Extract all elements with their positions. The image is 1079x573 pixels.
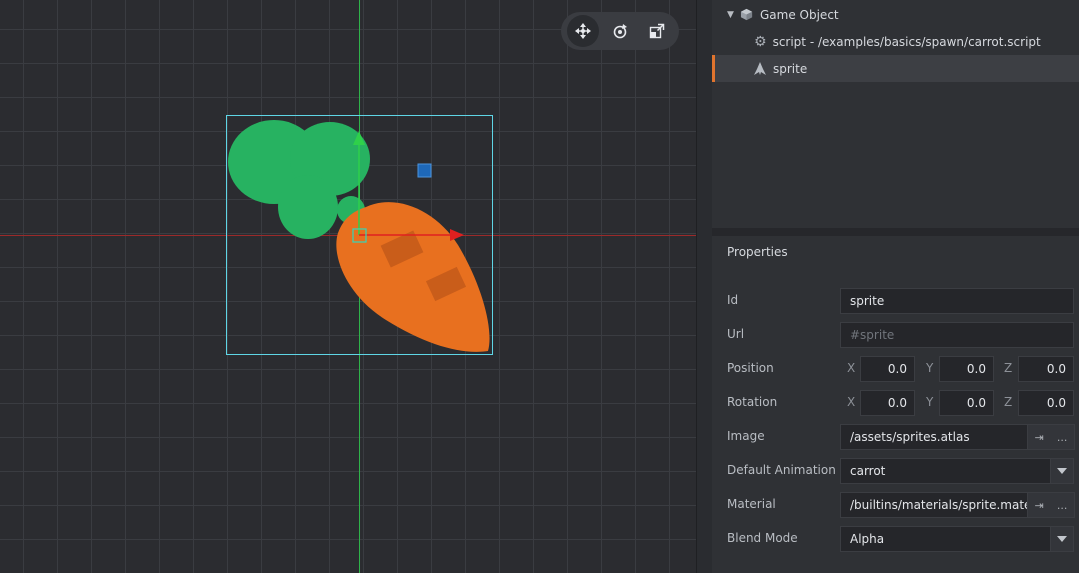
move-icon	[575, 23, 592, 39]
image-input[interactable]: /assets/sprites.atlas	[840, 424, 1028, 450]
position-x-input[interactable]: 0.0	[860, 356, 915, 382]
horizontal-splitter[interactable]	[712, 228, 1079, 236]
properties-panel: Properties Id sprite Url #sprite Positio…	[712, 236, 1079, 573]
position-y-letter: Y	[926, 361, 934, 375]
blend-mode-select[interactable]: Alpha	[840, 526, 1052, 552]
material-input[interactable]: /builtins/materials/sprite.material	[840, 492, 1028, 518]
rotation-label: Rotation	[727, 395, 778, 409]
tree-item-sprite[interactable]: sprite	[712, 55, 1079, 82]
rotation-y-letter: Y	[926, 395, 934, 409]
material-label: Material	[727, 497, 776, 511]
id-label: Id	[727, 293, 739, 307]
url-input[interactable]: #sprite	[840, 322, 1074, 348]
expand-arrow-icon[interactable]: ▼	[727, 10, 737, 20]
default-animation-label: Default Animation	[727, 463, 836, 477]
material-actions: ⇥ ...	[1027, 492, 1075, 518]
tree-item-label: script - /examples/basics/spawn/carrot.s…	[772, 34, 1041, 49]
default-animation-select[interactable]: carrot	[840, 458, 1052, 484]
scale-icon	[649, 23, 664, 39]
viewport-toolbar	[561, 12, 679, 50]
rotation-x-letter: X	[847, 395, 856, 409]
browse-button[interactable]: ...	[1057, 431, 1068, 444]
position-x-letter: X	[847, 361, 856, 375]
panel-splitter[interactable]	[696, 0, 712, 573]
properties-title: Properties	[727, 245, 788, 259]
chevron-down-icon	[1057, 468, 1067, 474]
blend-mode-dropdown-button[interactable]	[1050, 526, 1074, 552]
goto-resource-icon[interactable]: ⇥	[1035, 499, 1044, 512]
tree-item-script[interactable]: ⚙ script - /examples/basics/spawn/carrot…	[712, 28, 1079, 55]
position-z-letter: Z	[1004, 361, 1013, 375]
rotate-tool-button[interactable]	[604, 15, 636, 47]
rotation-z-input[interactable]: 0.0	[1018, 390, 1074, 416]
outline-panel: ▼ Game Object ⚙ script - /examples/basic…	[712, 0, 1079, 228]
image-actions: ⇥ ...	[1027, 424, 1075, 450]
sprite-icon	[754, 62, 766, 75]
scene-viewport[interactable]	[0, 0, 696, 573]
move-tool-button[interactable]	[567, 15, 600, 47]
default-animation-dropdown-button[interactable]	[1050, 458, 1074, 484]
rotation-y-input[interactable]: 0.0	[939, 390, 994, 416]
chevron-down-icon	[1057, 536, 1067, 542]
position-y-input[interactable]: 0.0	[939, 356, 994, 382]
rotate-icon	[613, 24, 627, 39]
blend-mode-label: Blend Mode	[727, 531, 798, 545]
tree-item-game-object[interactable]: ▼ Game Object	[712, 1, 1079, 28]
browse-button[interactable]: ...	[1057, 499, 1068, 512]
position-z-input[interactable]: 0.0	[1018, 356, 1074, 382]
url-label: Url	[727, 327, 745, 341]
tree-item-label: Game Object	[760, 7, 839, 22]
goto-resource-icon[interactable]: ⇥	[1035, 431, 1044, 444]
image-label: Image	[727, 429, 765, 443]
position-label: Position	[727, 361, 774, 375]
cube-icon	[740, 8, 753, 21]
tree-item-label: sprite	[773, 61, 808, 76]
id-input[interactable]: sprite	[840, 288, 1074, 314]
move-gizmo[interactable]	[340, 125, 470, 250]
rotation-z-letter: Z	[1004, 395, 1013, 409]
rotation-x-input[interactable]: 0.0	[860, 390, 915, 416]
gear-icon: ⚙	[754, 33, 767, 50]
scale-tool-button[interactable]	[641, 15, 673, 47]
